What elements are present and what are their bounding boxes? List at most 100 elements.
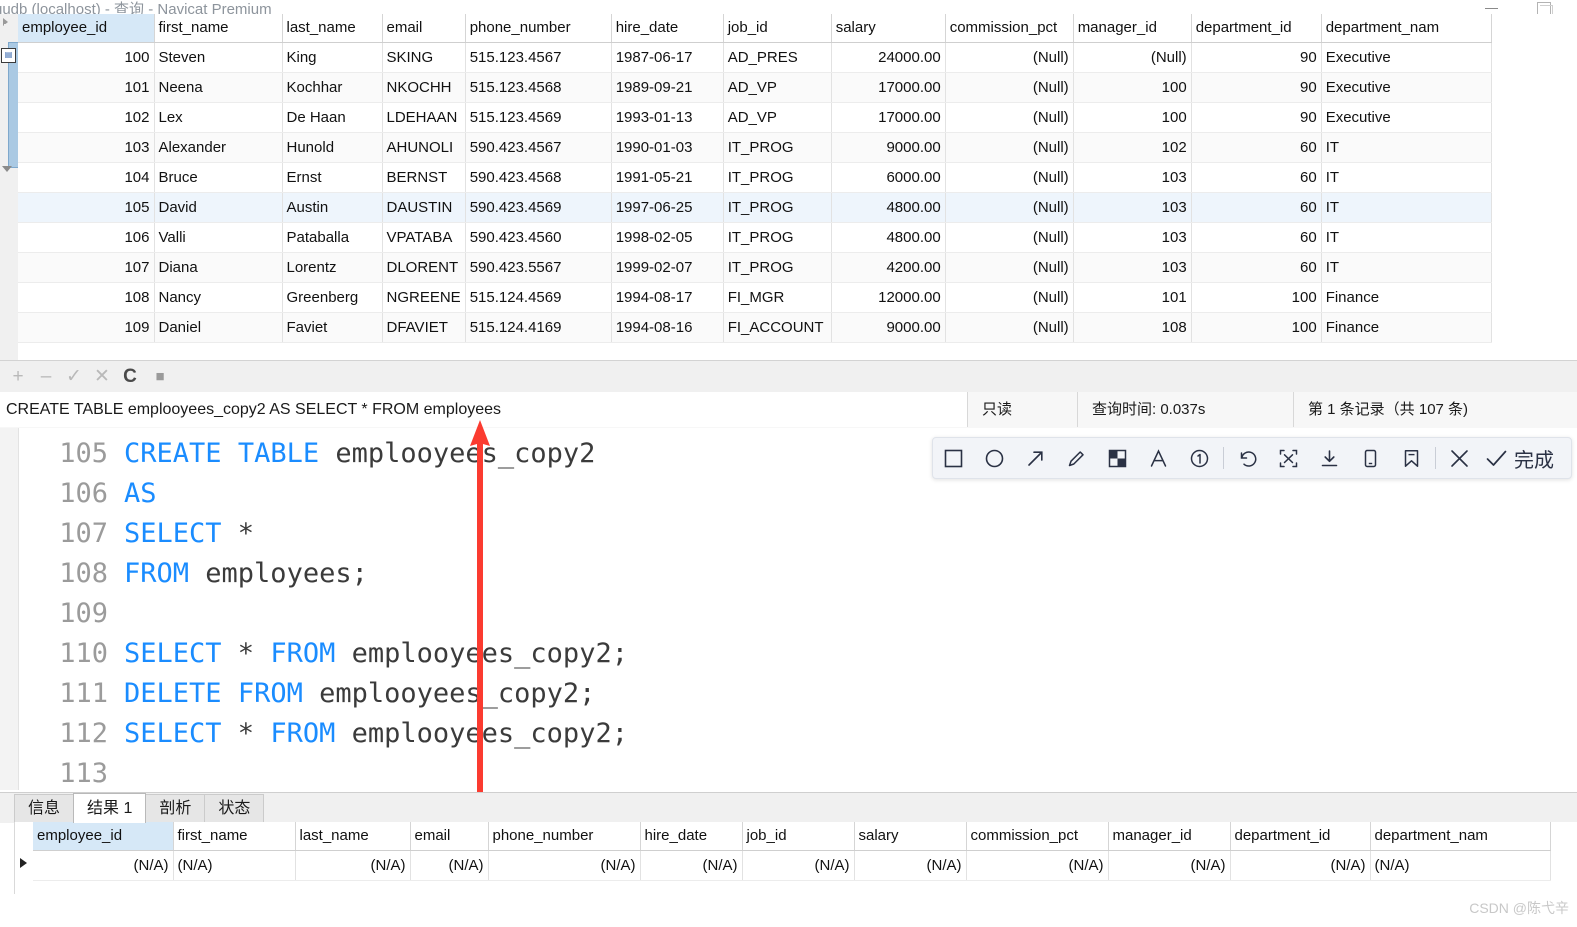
- bottom-cell-first_name[interactable]: (N/A): [173, 850, 296, 881]
- bottom-scroll-area[interactable]: [0, 921, 1577, 927]
- code-line-110[interactable]: 110 SELECT * FROM emplooyees_copy2;: [18, 634, 628, 674]
- table-row[interactable]: 103 Alexander Hunold AHUNOLI 590.423.4567 199…: [18, 132, 1492, 163]
- cell-department_id[interactable]: 60: [1191, 132, 1322, 163]
- column-header-hire_date[interactable]: hire_date: [611, 14, 724, 43]
- cell-employee_id[interactable]: 107: [18, 252, 155, 283]
- add-record-button[interactable]: +: [6, 365, 30, 389]
- cell-commission_pct[interactable]: (Null): [945, 282, 1074, 313]
- stop-button[interactable]: ■: [148, 365, 172, 389]
- cell-phone_number[interactable]: 515.123.4569: [465, 102, 612, 133]
- cell-job_id[interactable]: AD_VP: [723, 72, 832, 103]
- cell-manager_id[interactable]: 103: [1073, 252, 1192, 283]
- cell-phone_number[interactable]: 515.124.4569: [465, 282, 612, 313]
- cell-manager_id[interactable]: 108: [1073, 312, 1192, 343]
- pin-phone-icon[interactable]: [1350, 438, 1391, 478]
- cell-department_nam[interactable]: Finance: [1321, 282, 1492, 313]
- remove-record-button[interactable]: –: [34, 365, 58, 389]
- tab-2[interactable]: 剖析: [145, 794, 206, 823]
- table-row[interactable]: 100 Steven King SKING 515.123.4567 1987-06-17…: [18, 42, 1492, 73]
- bottom-cell-last_name[interactable]: (N/A): [295, 850, 411, 881]
- tab-0[interactable]: 信息: [14, 794, 75, 823]
- cell-last_name[interactable]: Pataballa: [282, 222, 383, 253]
- cell-commission_pct[interactable]: (Null): [945, 252, 1074, 283]
- cell-department_nam[interactable]: Executive: [1321, 42, 1492, 73]
- cell-department_nam[interactable]: IT: [1321, 162, 1492, 193]
- column-header-employee_id[interactable]: employee_id: [18, 14, 155, 43]
- result-tabstrip[interactable]: 信息 结果 1 剖析 状态: [0, 792, 1577, 823]
- close-icon[interactable]: [1439, 438, 1480, 478]
- cell-first_name[interactable]: Alexander: [154, 132, 283, 163]
- cell-department_id[interactable]: 60: [1191, 222, 1322, 253]
- bottom-column-header-email[interactable]: email: [410, 822, 489, 851]
- cell-salary[interactable]: 17000.00: [831, 72, 946, 103]
- cell-employee_id[interactable]: 101: [18, 72, 155, 103]
- table-body[interactable]: 100 Steven King SKING 515.123.4567 1987-06-17…: [18, 42, 1492, 343]
- cell-manager_id[interactable]: 100: [1073, 72, 1192, 103]
- screenshot-annotation-toolbar[interactable]: 完成: [932, 437, 1572, 479]
- cell-commission_pct[interactable]: (Null): [945, 132, 1074, 163]
- cell-commission_pct[interactable]: (Null): [945, 312, 1074, 343]
- cell-hire_date[interactable]: 1989-09-21: [611, 72, 724, 103]
- bottom-cell-department_nam[interactable]: (N/A): [1370, 850, 1551, 881]
- empty-result-grid[interactable]: employee_id first_name last_name email phone…: [14, 822, 1577, 894]
- confirm-edit-button[interactable]: ✓: [62, 365, 86, 389]
- cell-commission_pct[interactable]: (Null): [945, 162, 1074, 193]
- cell-salary[interactable]: 17000.00: [831, 102, 946, 133]
- cell-last_name[interactable]: Austin: [282, 192, 383, 223]
- cell-first_name[interactable]: Neena: [154, 72, 283, 103]
- cell-department_nam[interactable]: IT: [1321, 222, 1492, 253]
- code-line-108[interactable]: 108 FROM employees;: [18, 554, 628, 594]
- cell-email[interactable]: DFAVIET: [382, 312, 466, 343]
- cell-department_nam[interactable]: IT: [1321, 132, 1492, 163]
- cell-department_nam[interactable]: Finance: [1321, 312, 1492, 343]
- bottom-cell-email[interactable]: (N/A): [410, 850, 489, 881]
- bottom-column-header-last_name[interactable]: last_name: [295, 822, 411, 851]
- cell-department_id[interactable]: 60: [1191, 252, 1322, 283]
- empty-result-table[interactable]: employee_id first_name last_name email phone…: [33, 822, 1551, 881]
- cell-email[interactable]: DLORENT: [382, 252, 466, 283]
- cell-email[interactable]: AHUNOLI: [382, 132, 466, 163]
- cell-job_id[interactable]: FI_MGR: [723, 282, 832, 313]
- cell-first_name[interactable]: Nancy: [154, 282, 283, 313]
- cell-job_id[interactable]: IT_PROG: [723, 252, 832, 283]
- cell-department_nam[interactable]: IT: [1321, 252, 1492, 283]
- cell-email[interactable]: NKOCHH: [382, 72, 466, 103]
- column-header-phone_number[interactable]: phone_number: [465, 14, 612, 43]
- cell-last_name[interactable]: Greenberg: [282, 282, 383, 313]
- cell-hire_date[interactable]: 1991-05-21: [611, 162, 724, 193]
- column-header-last_name[interactable]: last_name: [282, 14, 383, 43]
- table-row[interactable]: 107 Diana Lorentz DLORENT 590.423.5567 1999-0…: [18, 252, 1492, 283]
- cell-first_name[interactable]: David: [154, 192, 283, 223]
- bottom-column-header-job_id[interactable]: job_id: [742, 822, 855, 851]
- cell-commission_pct[interactable]: (Null): [945, 72, 1074, 103]
- cell-commission_pct[interactable]: (Null): [945, 192, 1074, 223]
- grid-view-icon[interactable]: ▤: [1, 48, 16, 63]
- cell-department_id[interactable]: 90: [1191, 102, 1322, 133]
- table-row[interactable]: 105 David Austin DAUSTIN 590.423.4569 1997-06…: [18, 192, 1492, 223]
- cell-hire_date[interactable]: 1997-06-25: [611, 192, 724, 223]
- cancel-edit-button[interactable]: ✕: [90, 365, 114, 389]
- cell-salary[interactable]: 9000.00: [831, 132, 946, 163]
- cell-phone_number[interactable]: 515.123.4568: [465, 72, 612, 103]
- cell-hire_date[interactable]: 1994-08-16: [611, 312, 724, 343]
- column-header-department_nam[interactable]: department_nam: [1321, 14, 1492, 43]
- column-header-commission_pct[interactable]: commission_pct: [945, 14, 1074, 43]
- cell-employee_id[interactable]: 105: [18, 192, 155, 223]
- cell-manager_id[interactable]: 103: [1073, 222, 1192, 253]
- cell-phone_number[interactable]: 515.124.4169: [465, 312, 612, 343]
- cell-last_name[interactable]: De Haan: [282, 102, 383, 133]
- cell-job_id[interactable]: AD_VP: [723, 102, 832, 133]
- bottom-cell-phone_number[interactable]: (N/A): [488, 850, 641, 881]
- cell-employee_id[interactable]: 108: [18, 282, 155, 313]
- cell-commission_pct[interactable]: (Null): [945, 42, 1074, 73]
- cell-salary[interactable]: 4800.00: [831, 222, 946, 253]
- cell-email[interactable]: SKING: [382, 42, 466, 73]
- bottom-cell-department_id[interactable]: (N/A): [1230, 850, 1371, 881]
- bottom-table-row[interactable]: (N/A) (N/A) (N/A) (N/A) (N/A) (N/A) (N/A) (N/A)…: [33, 850, 1551, 881]
- cell-department_id[interactable]: 100: [1191, 312, 1322, 343]
- scroll-down-caret-icon[interactable]: [2, 166, 12, 172]
- cell-manager_id[interactable]: 102: [1073, 132, 1192, 163]
- done-button-label[interactable]: 完成: [1512, 444, 1560, 473]
- cell-employee_id[interactable]: 106: [18, 222, 155, 253]
- cell-manager_id[interactable]: 100: [1073, 102, 1192, 133]
